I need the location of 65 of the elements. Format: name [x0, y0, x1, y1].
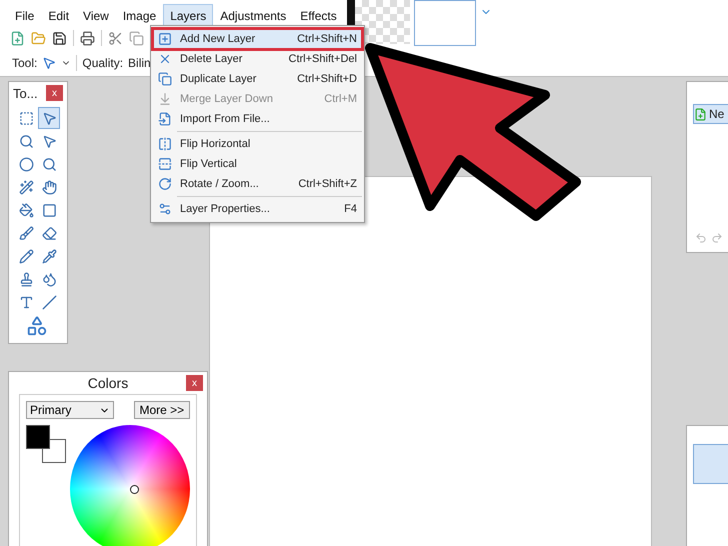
pipette-icon	[42, 248, 56, 264]
shapes-icon	[26, 315, 48, 337]
window-title: To...	[13, 86, 38, 100]
menu-entry[interactable]: Layer Properties... F4	[154, 200, 361, 218]
magnifier-icon	[42, 156, 56, 172]
new-file-icon[interactable]	[10, 30, 25, 46]
quality-value[interactable]: Bilin	[128, 56, 151, 70]
line-icon	[42, 294, 56, 310]
circle-icon	[18, 156, 34, 172]
menu-entry[interactable]: Rotate / Zoom... Ctrl+Shift+Z	[154, 175, 361, 193]
brush-icon	[18, 226, 34, 240]
menu-entry[interactable]: Flip Horizontal	[154, 135, 361, 153]
window-title: Colors	[88, 375, 128, 391]
hand-icon	[42, 180, 56, 194]
menu-entry[interactable]: Add New Layer Ctrl+Shift+N	[154, 30, 361, 48]
history-item[interactable]: Ne	[693, 104, 728, 124]
layer-thumbnail[interactable]	[693, 444, 728, 484]
close-button[interactable]: x	[186, 375, 203, 391]
square-icon	[42, 202, 56, 218]
menu-item[interactable]: View	[76, 4, 116, 26]
new-file-icon	[694, 108, 707, 120]
close-button[interactable]: x	[46, 85, 63, 101]
menu-entry[interactable]: Delete Layer Ctrl+Shift+Del	[154, 50, 361, 68]
stamp-icon	[18, 272, 34, 286]
arrow-down-icon	[158, 92, 172, 106]
save-icon[interactable]	[52, 30, 67, 46]
text-icon	[18, 294, 34, 310]
menu-entry[interactable]: Import From File...	[154, 110, 361, 128]
primary-color-swatch[interactable]	[26, 425, 50, 449]
image-thumbnail[interactable]	[414, 0, 476, 46]
bucket-icon	[18, 202, 34, 218]
menu-item[interactable]: Adjustments	[213, 4, 294, 26]
settings-icon	[158, 202, 172, 216]
cross-icon	[158, 52, 172, 66]
flip-icon	[158, 137, 172, 151]
rotate-icon	[158, 177, 172, 191]
pointer-icon[interactable]	[42, 56, 56, 70]
menu-entry[interactable]: Duplicate Layer Ctrl+Shift+D	[154, 70, 361, 88]
tool-label: Tool:	[12, 56, 38, 70]
history-text: Ne	[709, 107, 724, 121]
flip-icon	[158, 157, 172, 171]
menu-entry[interactable]: Flip Vertical	[154, 155, 361, 173]
menu-item[interactable]: Image	[116, 4, 164, 26]
mode-dropdown[interactable]: Primary	[26, 401, 114, 419]
wheel-handle[interactable]	[130, 485, 139, 494]
menu-item[interactable]: File	[8, 4, 42, 26]
add-layer-icon	[158, 32, 172, 46]
droplets-icon	[42, 272, 56, 286]
tool-button[interactable]	[38, 107, 60, 129]
selection-icon	[18, 110, 34, 126]
menu-item[interactable]: Layers	[163, 4, 214, 26]
magnifier-icon	[18, 134, 34, 148]
menu-item[interactable]: Edit	[41, 4, 76, 26]
pencil-icon	[18, 248, 34, 264]
pointer-icon	[42, 134, 56, 148]
wand-icon	[18, 180, 34, 194]
eraser-icon	[42, 226, 56, 240]
print-icon[interactable]	[80, 30, 95, 46]
import-icon	[158, 112, 172, 126]
quality-label: Quality:	[82, 56, 124, 70]
more-button[interactable]: More >>	[134, 401, 190, 419]
scissors-icon[interactable]	[108, 30, 123, 46]
pointer-icon	[42, 110, 56, 126]
menu-item[interactable]: Effects	[293, 4, 344, 26]
copy-icon	[158, 72, 172, 86]
